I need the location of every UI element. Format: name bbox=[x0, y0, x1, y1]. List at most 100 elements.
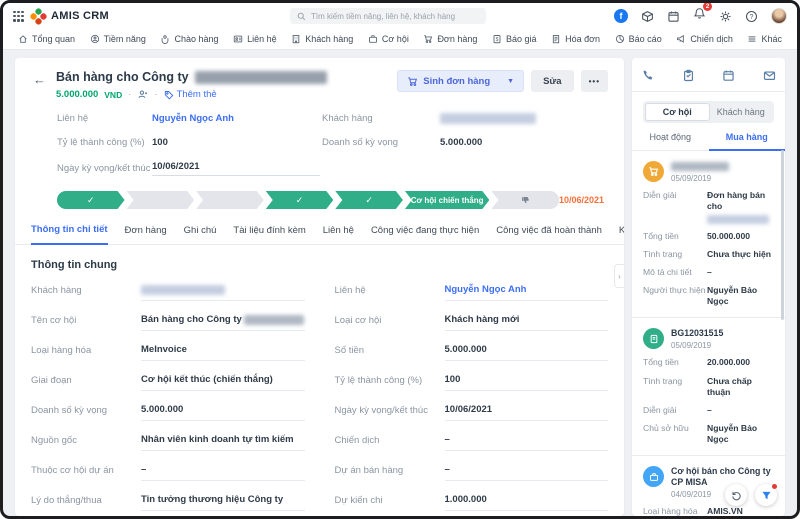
page-title: Bán hàng cho Công ty bbox=[56, 70, 327, 84]
check-icon: ✓ bbox=[295, 194, 304, 205]
add-tag-button[interactable]: Thêm thẻ bbox=[164, 89, 217, 100]
edit-button[interactable]: Sửa bbox=[531, 70, 574, 92]
toggle-co-hoi[interactable]: Cơ hội bbox=[645, 103, 710, 121]
side-tabs: Hoạt động Mua hàng bbox=[632, 132, 785, 151]
tab-cong-viec-dang[interactable]: Công việc đang thực hiện bbox=[371, 225, 479, 244]
search-icon bbox=[297, 12, 306, 20]
filter-button[interactable] bbox=[755, 484, 777, 506]
gear-icon[interactable] bbox=[719, 10, 732, 23]
quote-icon bbox=[650, 334, 657, 344]
calendar-icon[interactable] bbox=[667, 10, 680, 23]
phone-icon[interactable] bbox=[641, 69, 654, 82]
tab-tai-lieu[interactable]: Tài liệu đính kèm bbox=[233, 225, 305, 244]
help-icon[interactable]: ? bbox=[745, 10, 758, 23]
card-field: Tình trạng Chưa thực hiện bbox=[643, 248, 772, 259]
tab-hoat-dong[interactable]: Hoạt động bbox=[632, 132, 709, 150]
clipboard-icon[interactable] bbox=[682, 69, 695, 82]
topbar-actions: f 2 ? bbox=[614, 3, 787, 25]
field-ngay-ky-vong: Ngày kỳ vọng/kết thúc 10/06/2021 bbox=[335, 404, 608, 422]
field-giai-doan: Giai đoạn Cơ hội kết thúc (chiến thắng) bbox=[31, 374, 305, 392]
stage-4-done[interactable]: ✓ bbox=[266, 191, 334, 209]
envelope-icon[interactable] bbox=[763, 69, 776, 82]
nav-item-khac[interactable]: Khác bbox=[747, 34, 782, 44]
nav-item-lien-he[interactable]: Liên hệ bbox=[233, 34, 277, 44]
stage-won[interactable]: Cơ hội chiến thắng bbox=[405, 191, 489, 209]
user-avatar[interactable] bbox=[771, 8, 787, 24]
nav-item-bao-cao[interactable]: Báo cáo bbox=[615, 34, 662, 44]
more-actions-button[interactable]: ••• bbox=[580, 70, 608, 92]
card-title: BG12031515 bbox=[671, 328, 724, 339]
panel-collapse-handle[interactable]: › bbox=[614, 264, 624, 288]
cart-icon bbox=[408, 76, 418, 86]
field-lien-he: Liên hệ Nguyễn Ngọc Anh bbox=[335, 284, 608, 302]
related-panel: Cơ hội Khách hàng Hoạt động Mua hàng 05/… bbox=[632, 58, 785, 516]
toggle-khach-hang[interactable]: Khách hàng bbox=[710, 103, 773, 121]
main-area: ← Bán hàng cho Công ty 5.000.000 VND · · bbox=[3, 50, 797, 516]
scrollbar[interactable] bbox=[781, 150, 784, 320]
nav-item-chao-hang[interactable]: Chào hàng bbox=[160, 34, 219, 44]
stage-1-done[interactable]: ✓ bbox=[57, 191, 125, 209]
tab-mua-hang[interactable]: Mua hàng bbox=[708, 132, 785, 151]
quote-icon: $ bbox=[493, 35, 501, 44]
stage-3[interactable] bbox=[196, 191, 264, 209]
tab-thong-tin-chi-tiet[interactable]: Thông tin chi tiết bbox=[31, 224, 108, 246]
nav-item-hoa-don[interactable]: Hóa đơn bbox=[551, 34, 600, 44]
context-toggle: Cơ hội Khách hàng bbox=[643, 101, 774, 123]
menu-icon bbox=[749, 36, 756, 42]
history-undo-button[interactable] bbox=[725, 484, 747, 506]
related-quote-card[interactable]: BG12031515 05/09/2019 Tổng tiền 20.000.00… bbox=[643, 318, 774, 445]
filter-icon bbox=[761, 491, 771, 499]
opportunity-amount: 5.000.000 bbox=[56, 89, 99, 100]
facebook-icon[interactable]: f bbox=[614, 9, 628, 23]
related-order-card[interactable]: 05/09/2019 Diễn giải Đơn hàng bán cho Tổn… bbox=[643, 151, 774, 307]
tab-don-hang[interactable]: Đơn hàng bbox=[125, 225, 167, 244]
expected-close-date[interactable]: 10/06/2021 bbox=[152, 161, 320, 177]
general-info-grid: Khách hàng Tên cơ hội Bán hàng cho Công t… bbox=[31, 284, 608, 516]
card-field: Diễn giải Đơn hàng bán cho bbox=[643, 190, 774, 224]
global-search-input[interactable]: Tìm kiếm tiềm năng, liên hệ, khách hàng bbox=[290, 8, 486, 24]
detail-tabs: Thông tin chi tiết Đơn hàng Ghi chú Tài … bbox=[15, 224, 624, 246]
briefcase-icon bbox=[649, 473, 658, 481]
nav-item-co-hoi[interactable]: Cơ hội bbox=[368, 34, 409, 44]
stage-5-done[interactable]: ✓ bbox=[335, 191, 403, 209]
field-ly-do-thang-thua: Lý do thắng/thua Tin tưởng thương hiệu Cô… bbox=[31, 494, 305, 512]
app-grid-icon[interactable] bbox=[13, 10, 24, 22]
offer-icon bbox=[162, 35, 169, 44]
field-thuoc-co-hoi-du-an: Thuộc cơ hội dự án – bbox=[31, 464, 305, 482]
card-field: Loại hàng hóa AMIS.VN bbox=[643, 506, 743, 516]
field-du-kien-chi: Dự kiến chi 1.000.000 bbox=[335, 494, 608, 512]
nav-item-don-hang[interactable]: Đơn hàng bbox=[423, 34, 477, 44]
contact-link[interactable]: Nguyễn Ngọc Anh bbox=[444, 284, 608, 302]
nav-item-tiem-nang[interactable]: Tiềm năng bbox=[90, 34, 146, 44]
nav-item-bao-gia[interactable]: $ Báo giá bbox=[492, 34, 537, 44]
nav-item-khach-hang[interactable]: Khách hàng bbox=[291, 34, 353, 44]
tab-lien-he[interactable]: Liên hệ bbox=[323, 225, 354, 244]
tab-cong-viec-hoan-thanh[interactable]: Công việc đã hoàn thành bbox=[496, 225, 602, 244]
nav-item-chien-dich[interactable]: Chiến dịch bbox=[676, 34, 733, 44]
tab-khac[interactable]: Khác▼ bbox=[619, 225, 624, 244]
field-so-tien: Số tiền 5.000.000 bbox=[335, 344, 608, 362]
generate-order-button[interactable]: Sinh đơn hàng ▼ bbox=[397, 70, 525, 92]
card-date: 05/09/2019 bbox=[671, 173, 712, 183]
floating-actions bbox=[725, 484, 777, 506]
contact-link[interactable]: Nguyễn Ngọc Anh bbox=[152, 113, 322, 124]
home-icon bbox=[19, 35, 27, 43]
apps-cube-icon[interactable] bbox=[641, 10, 654, 23]
card-field: Mô tả chi tiết – bbox=[643, 266, 712, 277]
nav-item-tong-quan[interactable]: Tổng quan bbox=[18, 34, 75, 44]
redacted-title bbox=[194, 70, 327, 84]
calendar-icon[interactable] bbox=[722, 69, 735, 82]
field-ty-le-thanh-cong: Tỷ lệ thành công (%) 100 bbox=[335, 374, 608, 392]
check-icon: ✓ bbox=[87, 194, 95, 205]
chevron-right-icon: › bbox=[618, 271, 621, 281]
person-icon[interactable] bbox=[137, 89, 148, 100]
redacted-value bbox=[707, 214, 769, 224]
stage-lost[interactable] bbox=[491, 191, 559, 210]
contact-card-icon bbox=[233, 35, 243, 43]
field-chien-dich: Chiến dịch – bbox=[335, 434, 608, 452]
stage-2[interactable] bbox=[127, 191, 195, 209]
back-button[interactable]: ← bbox=[33, 72, 46, 87]
notifications-button[interactable]: 2 bbox=[693, 3, 712, 25]
tab-ghi-chu[interactable]: Ghi chú bbox=[184, 225, 217, 244]
tag-icon bbox=[164, 90, 173, 99]
